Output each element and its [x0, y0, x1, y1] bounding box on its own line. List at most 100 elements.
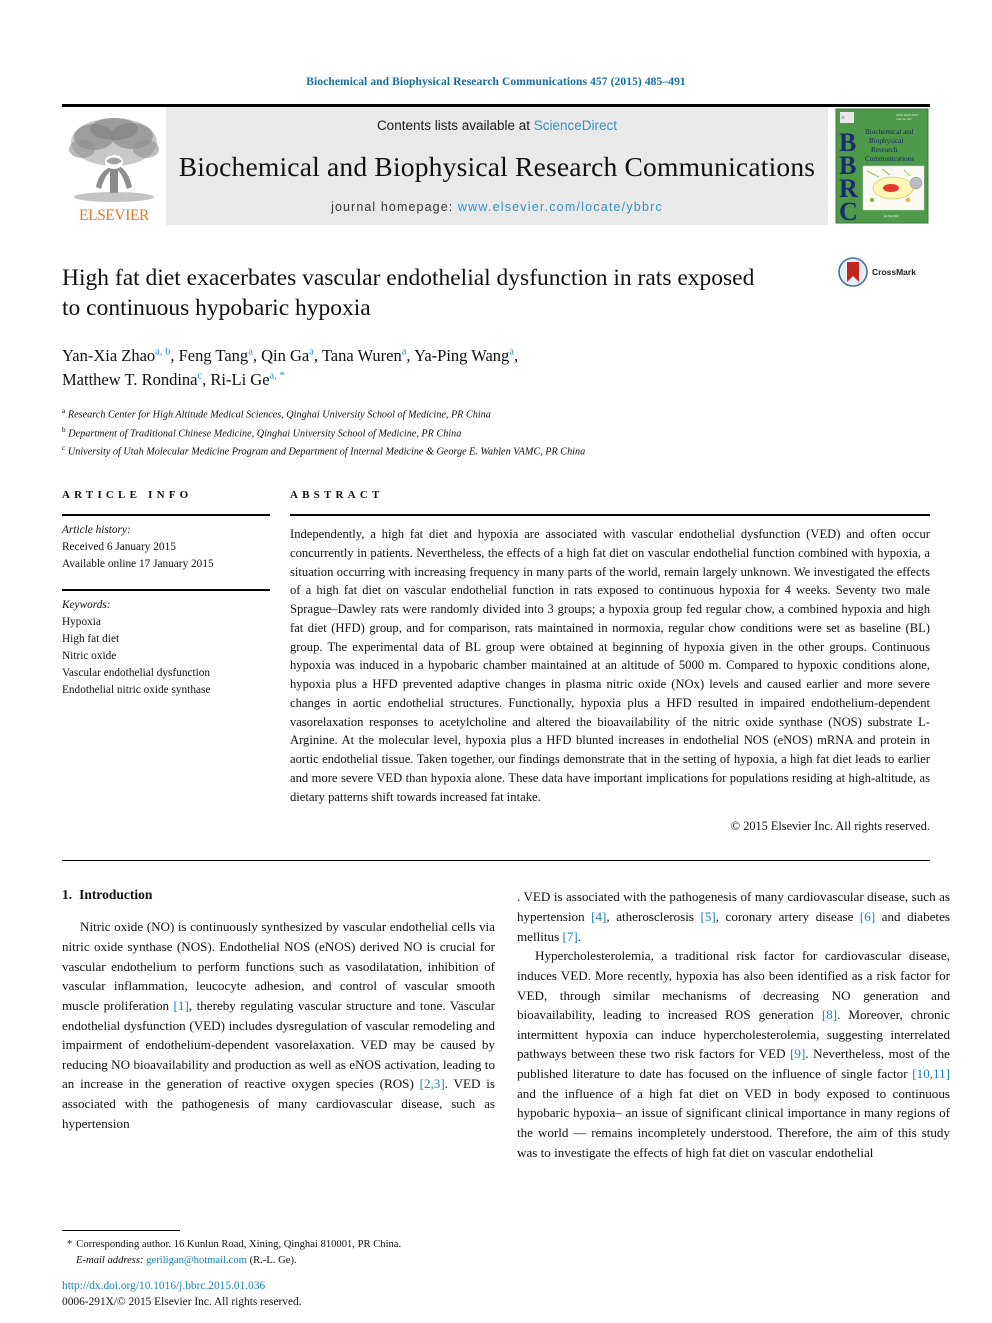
citation-ref-1[interactable]: [1]: [174, 998, 189, 1013]
svg-text:Volume 457: Volume 457: [896, 117, 912, 121]
journal-cover-image: ≡ ISSN 0006-291X Volume 457 B B R C Bioc…: [835, 108, 929, 226]
keywords-block: Keywords: Hypoxia High fat diet Nitric o…: [62, 591, 270, 700]
author-7-affiliation-mark: a, *: [269, 370, 285, 382]
affiliation-b-mark: b: [62, 424, 66, 434]
author-5: Ya-Ping Wang: [414, 346, 510, 366]
article-body: 1. Introduction Nitric oxide (NO) is cont…: [62, 887, 950, 1162]
doi-block: http://dx.doi.org/10.1016/j.bbrc.2015.01…: [62, 1278, 302, 1311]
article-title: High fat diet exacerbates vascular endot…: [62, 265, 755, 322]
running-head: Biochemical and Biophysical Research Com…: [306, 76, 686, 88]
introduction-paragraph-1-continued: . VED is associated with the pathogenesi…: [517, 887, 950, 946]
keyword-4: Vascular endothelial dysfunction: [62, 667, 211, 680]
citation-ref-7[interactable]: [7]: [562, 929, 577, 944]
homepage-prefix: journal homepage:: [331, 200, 458, 214]
svg-text:C: C: [839, 197, 858, 225]
abstract-copyright: © 2015 Elsevier Inc. All rights reserved…: [730, 819, 930, 834]
svg-text:≡: ≡: [841, 114, 845, 122]
introduction-title: Introduction: [79, 887, 153, 903]
author-2: Feng Tang: [178, 346, 249, 366]
footnote-rule: [62, 1230, 180, 1232]
citation-ref-2-3[interactable]: [2,3]: [420, 1076, 445, 1091]
journal-homepage-link[interactable]: www.elsevier.com/locate/ybbrc: [458, 200, 663, 214]
author-5-affiliation-mark: a: [509, 346, 514, 358]
introduction-number: 1.: [62, 887, 73, 903]
affiliation-a: a Research Center for High Altitude Medi…: [62, 405, 930, 424]
email-label: E-mail address:: [76, 1255, 144, 1267]
svg-text:Biochemical and: Biochemical and: [865, 128, 914, 136]
introduction-paragraph-2: Hypercholesterolemia, a traditional risk…: [517, 946, 950, 1162]
elsevier-logo[interactable]: ELSEVIER: [62, 107, 166, 225]
email-owner: (R.-L. Ge).: [249, 1255, 297, 1267]
citation-ref-6[interactable]: [6]: [860, 909, 875, 924]
corresponding-author-text: Corresponding author. 16 Kunlun Road, Xi…: [76, 1239, 402, 1251]
article-info-column: ARTICLE INFO Article history: Received 6…: [62, 489, 270, 834]
title-block: High fat diet exacerbates vascular endot…: [62, 257, 930, 461]
journal-masthead: ELSEVIER Contents lists available at Sci…: [62, 107, 930, 226]
journal-cover-thumbnail[interactable]: ≡ ISSN 0006-291X Volume 457 B B R C Bioc…: [834, 107, 930, 226]
keyword-1: Hypoxia: [62, 615, 101, 628]
author-1: Yan-Xia Zhao: [62, 346, 156, 366]
author-1-affiliation-mark: a, b: [155, 346, 171, 358]
affiliation-c-mark: c: [62, 443, 66, 453]
article-history-received: Received 6 January 2015: [62, 541, 176, 554]
abstract-column: ABSTRACT Independently, a high fat diet …: [290, 489, 930, 834]
email-link[interactable]: geriligan@hotmail.com: [146, 1255, 247, 1266]
affiliation-a-text: Research Center for High Altitude Medica…: [67, 409, 491, 421]
contents-prefix: Contents lists available at: [376, 118, 534, 133]
article-history-label: Article history:: [62, 524, 131, 537]
affiliation-list: a Research Center for High Altitude Medi…: [62, 405, 930, 461]
citation-ref-9[interactable]: [9]: [790, 1046, 805, 1061]
keywords-label: Keywords:: [62, 598, 111, 611]
citation-ref-8[interactable]: [8]: [822, 1007, 837, 1022]
author-3: Qin Ga: [261, 346, 310, 366]
svg-text:Biophysical: Biophysical: [869, 137, 903, 145]
affiliation-c-text: University of Utah Molecular Medicine Pr…: [67, 446, 586, 458]
journal-title: Biochemical and Biophysical Research Com…: [178, 150, 816, 182]
elsevier-wordmark: ELSEVIER: [79, 206, 149, 224]
introduction-paragraph-1: Nitric oxide (NO) is continuously synthe…: [62, 917, 495, 1133]
crossmark-icon: [838, 257, 868, 287]
intro-p1-part-g: .: [577, 928, 582, 944]
sciencedirect-link[interactable]: ScienceDirect: [534, 118, 617, 133]
author-6-affiliation-mark: c: [197, 370, 203, 382]
crossmark-label: CrossMark: [872, 267, 916, 277]
body-column-right: . VED is associated with the pathogenesi…: [517, 887, 950, 1162]
doi-link[interactable]: http://dx.doi.org/10.1016/j.bbrc.2015.01…: [62, 1278, 302, 1295]
author-2-affiliation-mark: a: [248, 346, 253, 358]
author-6: Matthew T. Rondina: [62, 370, 198, 390]
intro-p2-part-d: and the influence of a high fat diet on …: [517, 1085, 950, 1160]
article-history-block: Article history: Received 6 January 2015…: [62, 516, 270, 573]
masthead-center-band: Contents lists available at ScienceDirec…: [166, 107, 828, 225]
svg-text:Communications: Communications: [865, 155, 914, 163]
issn-copyright-line: 0006-291X/© 2015 Elsevier Inc. All right…: [62, 1296, 302, 1309]
author-4-affiliation-mark: a: [401, 346, 407, 358]
affiliation-b-text: Department of Traditional Chinese Medici…: [68, 428, 462, 440]
keyword-3: Nitric oxide: [62, 650, 117, 663]
author-7: Ri-Li Ge: [210, 370, 270, 390]
article-info-heading: ARTICLE INFO: [62, 489, 193, 502]
author-3-affiliation-mark: a: [309, 346, 314, 358]
footnote-region: * Corresponding author. 16 Kunlun Road, X…: [62, 1230, 495, 1269]
keyword-5: Endothelial nitric oxide synthase: [62, 684, 211, 697]
introduction-heading: 1. Introduction: [62, 887, 495, 903]
abstract-text: Independently, a high fat diet and hypox…: [290, 527, 930, 804]
article-history-online: Available online 17 January 2015: [62, 558, 214, 571]
abstract-heading: ABSTRACT: [290, 489, 384, 502]
citation-ref-5[interactable]: [5]: [701, 909, 716, 924]
crossmark-badge[interactable]: CrossMark: [838, 257, 930, 287]
citation-ref-10-11[interactable]: [10,11]: [912, 1066, 950, 1081]
journal-homepage-line: journal homepage: www.elsevier.com/locat…: [331, 200, 663, 214]
body-separator-rule: [62, 860, 930, 862]
author-4: Tana Wuren: [321, 346, 402, 366]
contents-available-line: Contents lists available at ScienceDirec…: [377, 118, 617, 133]
svg-text:ELSEVIER: ELSEVIER: [884, 214, 900, 218]
affiliation-c: c University of Utah Molecular Medicine …: [62, 442, 930, 461]
intro-p1-part-e: , coronary artery disease: [715, 909, 860, 924]
elsevier-tree-icon: [69, 117, 159, 202]
citation-ref-4[interactable]: [4]: [591, 909, 606, 924]
keyword-2: High fat diet: [62, 632, 120, 645]
info-abstract-region: ARTICLE INFO Article history: Received 6…: [62, 489, 930, 834]
corresponding-author-star: *: [67, 1239, 73, 1251]
intro-p1-part-d: , atherosclerosis: [606, 909, 701, 924]
